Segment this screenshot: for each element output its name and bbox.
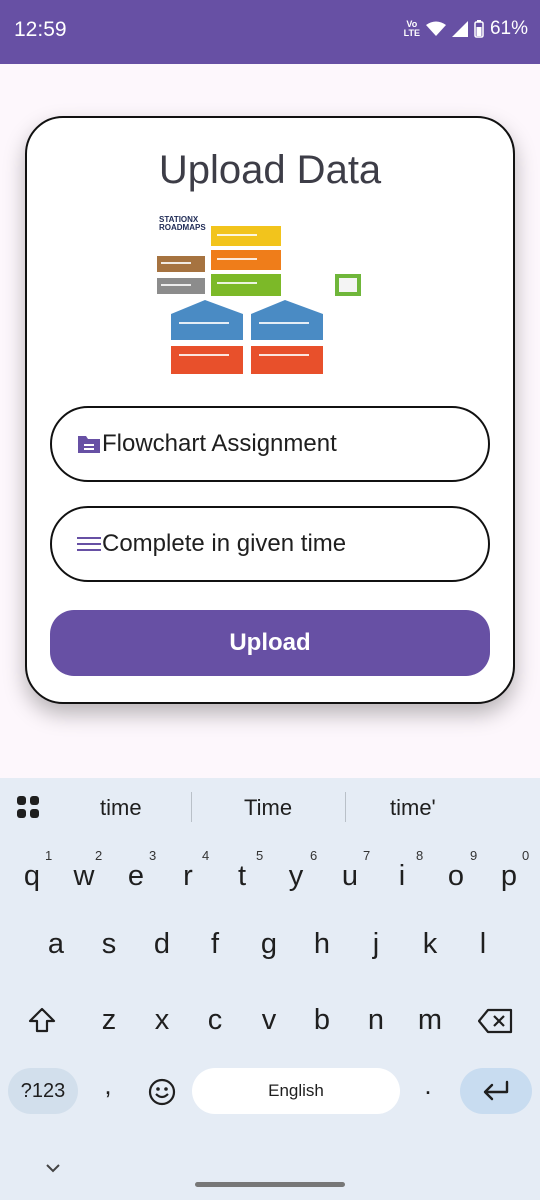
status-icons: Vo LTE 61% — [404, 18, 528, 40]
status-time: 12:59 — [14, 18, 67, 41]
roadmap-brand: STATIONX ROADMAPS — [159, 215, 206, 232]
lines-icon — [77, 537, 101, 551]
apps-grid-icon[interactable] — [16, 795, 40, 819]
nav-handle[interactable] — [195, 1182, 345, 1187]
roadmap-image[interactable]: STATIONX ROADMAPS — [155, 214, 365, 376]
key-hint-4: 4 — [202, 848, 210, 863]
key-hint-7: 7 — [363, 848, 371, 863]
key-s[interactable]: s — [89, 928, 129, 961]
description-input-value: Complete in given time — [102, 530, 347, 557]
suggestion-1[interactable]: time — [100, 795, 142, 821]
key-hint-3: 3 — [149, 848, 157, 863]
title-input[interactable]: Flowchart Assignment — [50, 406, 490, 482]
signal-icon — [451, 21, 468, 37]
upload-button[interactable]: Upload — [50, 610, 490, 676]
key-m[interactable]: m — [410, 1004, 450, 1037]
key-l[interactable]: l — [463, 928, 503, 961]
key-hint-6: 6 — [310, 848, 318, 863]
key-k[interactable]: k — [410, 928, 450, 961]
key-r[interactable]: r — [168, 860, 208, 893]
key-v[interactable]: v — [249, 1004, 289, 1037]
shift-icon[interactable] — [28, 1006, 56, 1034]
key-o[interactable]: o — [436, 860, 476, 893]
key-n[interactable]: n — [356, 1004, 396, 1037]
key-period[interactable]: . — [408, 1070, 448, 1101]
key-b[interactable]: b — [302, 1004, 342, 1037]
suggestion-divider — [191, 792, 192, 822]
suggestion-strip: time Time time' — [0, 778, 540, 838]
folder-icon — [78, 436, 100, 453]
key-t[interactable]: t — [222, 860, 262, 893]
key-hint-5: 5 — [256, 848, 264, 863]
key-j[interactable]: j — [356, 928, 396, 961]
description-input[interactable]: Complete in given time — [50, 506, 490, 582]
backspace-icon[interactable] — [478, 1008, 514, 1034]
key-e[interactable]: e — [116, 860, 156, 893]
chevron-down-icon[interactable] — [44, 1162, 62, 1174]
key-q[interactable]: q — [12, 860, 52, 893]
key-hint-8: 8 — [416, 848, 424, 863]
space-key[interactable]: English — [192, 1068, 400, 1114]
key-hint-0: 0 — [522, 848, 530, 863]
key-hint-1: 1 — [45, 848, 53, 863]
key-hint-9: 9 — [470, 848, 478, 863]
wifi-icon — [425, 21, 446, 36]
symbols-key[interactable]: ?123 — [8, 1068, 78, 1114]
roadmap-graphic — [157, 226, 361, 374]
key-z[interactable]: z — [89, 1004, 129, 1037]
enter-icon — [483, 1080, 509, 1101]
battery-icon — [474, 20, 484, 38]
title-input-value: Flowchart Assignment — [102, 430, 337, 457]
key-a[interactable]: a — [36, 928, 76, 961]
battery-percent: 61% — [489, 18, 528, 39]
key-c[interactable]: c — [195, 1004, 235, 1037]
suggestion-2[interactable]: Time — [244, 795, 292, 821]
enter-key[interactable] — [460, 1068, 532, 1114]
key-i[interactable]: i — [382, 860, 422, 893]
suggestion-3[interactable]: time' — [390, 795, 436, 821]
key-d[interactable]: d — [142, 928, 182, 961]
page-title: Upload Data — [158, 148, 382, 192]
emoji-icon[interactable] — [148, 1078, 176, 1106]
key-x[interactable]: x — [142, 1004, 182, 1037]
key-comma[interactable]: , — [88, 1070, 128, 1101]
key-hint-2: 2 — [95, 848, 103, 863]
volte-icon: Vo LTE — [403, 19, 420, 38]
status-bar: 12:59 Vo LTE 61% — [0, 0, 540, 64]
keyboard: time Time time' q w e r t y u i o p 1 2 … — [0, 778, 540, 1200]
key-f[interactable]: f — [195, 928, 235, 961]
key-p[interactable]: p — [489, 860, 529, 893]
suggestion-divider — [345, 792, 346, 822]
key-y[interactable]: y — [276, 860, 316, 893]
key-h[interactable]: h — [302, 928, 342, 961]
key-g[interactable]: g — [249, 928, 289, 961]
key-w[interactable]: w — [64, 860, 104, 893]
key-u[interactable]: u — [330, 860, 370, 893]
upload-card: Upload Data STATIONX ROADMAPS Flowchart … — [25, 116, 515, 704]
